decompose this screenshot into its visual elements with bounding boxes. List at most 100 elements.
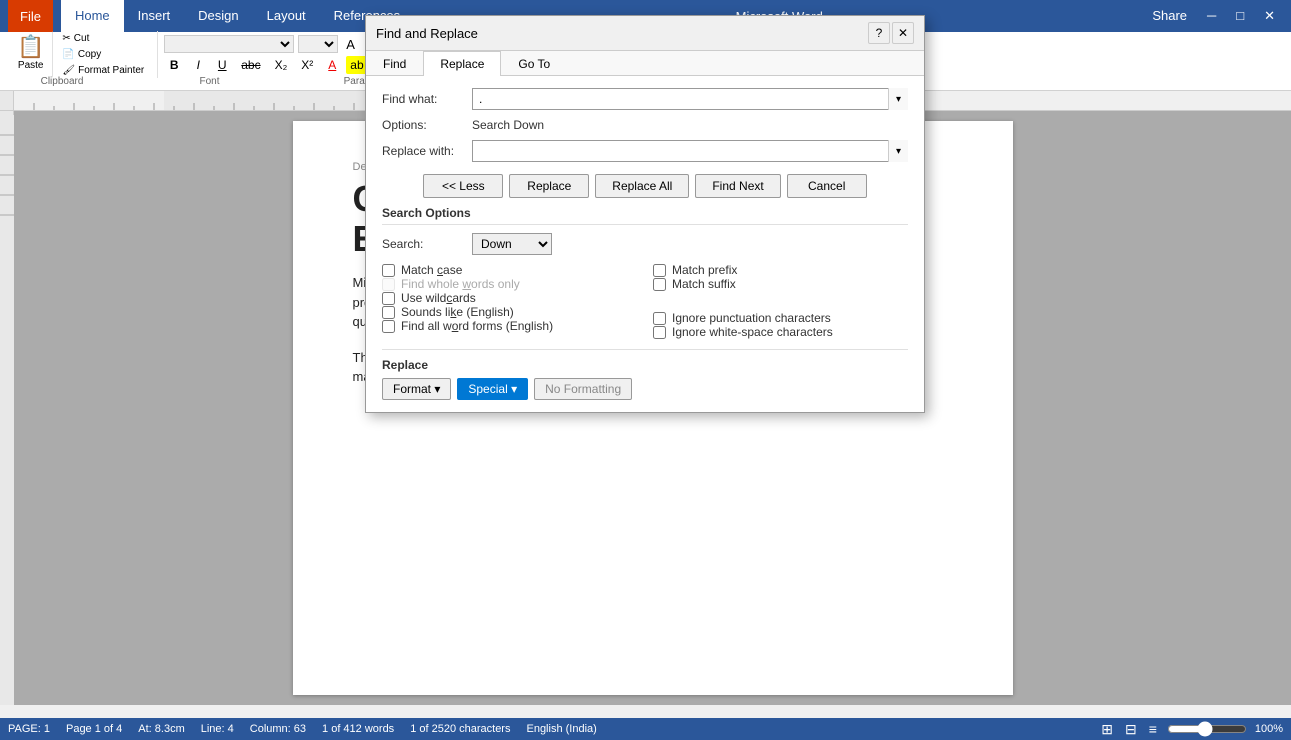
sounds-like-checkbox[interactable]: [382, 306, 395, 319]
wildcards-row: Use wildcards: [382, 291, 637, 305]
find-input-wrapper: ▾: [472, 88, 908, 110]
options-value: Search Down: [472, 118, 544, 132]
match-suffix-row: Match suffix: [653, 277, 908, 291]
ignore-punct-label[interactable]: Ignore punctuation characters: [672, 311, 831, 325]
no-formatting-button[interactable]: No Formatting: [534, 378, 632, 400]
zoom-slider[interactable]: [1167, 721, 1247, 737]
ignore-whitespace-checkbox[interactable]: [653, 326, 666, 339]
cut-button[interactable]: ✂ Cut: [57, 31, 149, 46]
replace-section-title: Replace: [382, 358, 908, 372]
sounds-like-row: Sounds like (English): [382, 305, 637, 319]
tab-home[interactable]: Home: [61, 0, 124, 32]
wildcards-label[interactable]: Use wildcards: [401, 291, 476, 305]
ignore-whitespace-label[interactable]: Ignore white-space characters: [672, 325, 833, 339]
wildcards-checkbox[interactable]: [382, 292, 395, 305]
ruler-corner: [0, 91, 14, 110]
search-options-grid: Match case Find whole words only Use wil…: [382, 263, 908, 339]
strikethrough-button[interactable]: abc: [236, 56, 265, 74]
match-case-label[interactable]: Match case: [401, 263, 462, 277]
sounds-like-label[interactable]: Sounds like (English): [401, 305, 514, 319]
cancel-button[interactable]: Cancel: [787, 174, 867, 198]
maximize-button[interactable]: □: [1228, 6, 1252, 26]
bold-button[interactable]: B: [164, 56, 184, 74]
format-painter-icon: 🖌: [62, 65, 75, 76]
dialog-tab-replace[interactable]: Replace: [423, 51, 501, 76]
italic-button[interactable]: I: [188, 56, 208, 74]
clipboard-label: Clipboard: [2, 76, 122, 87]
all-word-forms-checkbox[interactable]: [382, 320, 395, 333]
font-name-select[interactable]: [164, 35, 294, 53]
match-prefix-row: Match prefix: [653, 263, 908, 277]
whole-words-row: Find whole words only: [382, 277, 637, 291]
subscript-button[interactable]: X₂: [270, 56, 293, 74]
match-suffix-label[interactable]: Match suffix: [672, 277, 736, 291]
match-suffix-checkbox[interactable]: [653, 278, 666, 291]
dialog-title-bar[interactable]: Find and Replace ? ✕: [366, 16, 924, 51]
right-checkboxes: Match prefix Match suffix Ignore punctua…: [653, 263, 908, 339]
less-button[interactable]: << Less: [423, 174, 503, 198]
status-line: Line: 4: [201, 723, 234, 735]
close-button[interactable]: ✕: [1256, 6, 1283, 26]
status-words: 1 of 412 words: [322, 723, 394, 735]
font-color-button[interactable]: A: [322, 56, 342, 74]
status-page: PAGE: 1: [8, 723, 50, 735]
copy-button[interactable]: 📄 Copy: [57, 47, 149, 62]
search-options-title: Search Options: [382, 206, 908, 225]
dialog-title-text: Find and Replace: [376, 26, 868, 41]
paste-button[interactable]: 📋 Paste: [8, 31, 53, 78]
find-replace-dialog: Find and Replace ? ✕ Find Replace Go To …: [365, 15, 925, 413]
replace-format-buttons: Format ▾ Special ▾ No Formatting: [382, 378, 908, 400]
find-what-label: Find what:: [382, 92, 472, 106]
tab-insert[interactable]: Insert: [124, 0, 185, 32]
match-prefix-label[interactable]: Match prefix: [672, 263, 737, 277]
whole-words-checkbox[interactable]: [382, 278, 395, 291]
replace-with-dropdown[interactable]: ▾: [888, 140, 908, 162]
status-characters: 1 of 2520 characters: [410, 723, 510, 735]
clipboard-small-btns: ✂ Cut 📄 Copy 🖌 Format Painter: [57, 31, 149, 78]
read-mode-button[interactable]: ≡: [1147, 721, 1159, 737]
empty-row: [653, 291, 908, 311]
status-bar: PAGE: 1 Page 1 of 4 At: 8.3cm Line: 4 Co…: [0, 718, 1291, 740]
format-dropdown-button[interactable]: Format ▾: [382, 378, 451, 400]
find-what-row: Find what: ▾: [382, 88, 908, 110]
tab-design[interactable]: Design: [184, 0, 252, 32]
font-label: Font: [122, 76, 297, 87]
minimize-button[interactable]: ─: [1199, 6, 1224, 26]
font-size-select[interactable]: [298, 35, 338, 53]
zoom-level: 100%: [1255, 723, 1283, 735]
find-what-input[interactable]: [472, 88, 908, 110]
all-word-forms-label[interactable]: Find all word forms (English): [401, 319, 553, 333]
find-next-button[interactable]: Find Next: [695, 174, 780, 198]
ignore-punct-checkbox[interactable]: [653, 312, 666, 325]
tab-layout[interactable]: Layout: [253, 0, 320, 32]
underline-button[interactable]: U: [212, 56, 232, 74]
replace-with-input[interactable]: [472, 140, 908, 162]
dialog-action-buttons: << Less Replace Replace All Find Next Ca…: [382, 174, 908, 198]
search-direction-select[interactable]: Down Up All: [472, 233, 552, 255]
replace-single-button[interactable]: Replace: [509, 174, 589, 198]
dialog-title-buttons: ? ✕: [868, 22, 914, 44]
dialog-tab-find[interactable]: Find: [366, 51, 423, 76]
whole-words-label[interactable]: Find whole words only: [401, 277, 520, 291]
match-prefix-checkbox[interactable]: [653, 264, 666, 277]
dialog-help-button[interactable]: ?: [868, 22, 890, 44]
replace-all-button[interactable]: Replace All: [595, 174, 689, 198]
dialog-body: Find what: ▾ Options: Search Down Replac…: [366, 76, 924, 412]
find-what-dropdown[interactable]: ▾: [888, 88, 908, 110]
font-grow-button[interactable]: A: [342, 35, 359, 54]
print-layout-button[interactable]: ⊞: [1099, 721, 1115, 738]
match-case-checkbox[interactable]: [382, 264, 395, 277]
dialog-tab-goto[interactable]: Go To: [501, 51, 567, 76]
replace-format-section: Replace Format ▾ Special ▾ No Formatting: [382, 349, 908, 400]
cut-icon: ✂: [62, 33, 70, 44]
web-layout-button[interactable]: ⊟: [1123, 721, 1139, 738]
file-tab[interactable]: File: [8, 0, 53, 32]
special-dropdown-button[interactable]: Special ▾: [457, 378, 528, 400]
superscript-button[interactable]: X²: [296, 56, 318, 74]
dialog-close-button[interactable]: ✕: [892, 22, 914, 44]
share-button[interactable]: Share: [1144, 6, 1195, 26]
ribbon-tabs: Home Insert Design Layout References: [61, 0, 414, 32]
options-row: Options: Search Down: [382, 118, 908, 132]
status-at: At: 8.3cm: [138, 723, 184, 735]
status-language: English (India): [526, 723, 596, 735]
